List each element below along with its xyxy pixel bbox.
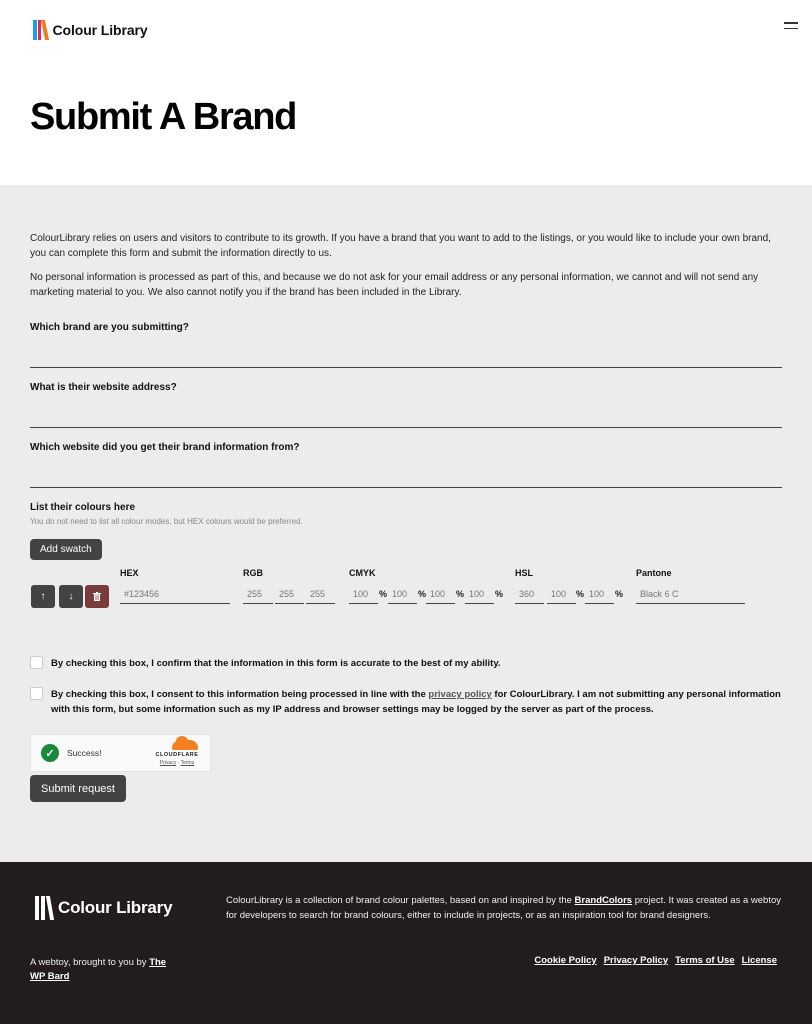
move-down-button[interactable]: ↓ <box>59 585 83 608</box>
hsl-s-input[interactable] <box>547 585 576 604</box>
accuracy-checkbox[interactable] <box>30 656 43 669</box>
website-question: What is their website address? <box>30 382 782 428</box>
privacy-consent: By checking this box, I consent to this … <box>30 687 781 717</box>
source-label: Which website did you get their brand in… <box>30 442 300 453</box>
pantone-label: Pantone <box>636 568 672 578</box>
percent-unit: % <box>615 589 624 599</box>
intro-paragraph: No personal information is processed as … <box>30 272 759 298</box>
about-text-part: ColourLibrary is a collection of brand c… <box>226 895 575 906</box>
cmyk-m-input[interactable] <box>388 585 417 604</box>
cmyk-c-input[interactable] <box>349 585 378 604</box>
hsl-l-input[interactable] <box>585 585 614 604</box>
success-check-icon: ✓ <box>41 744 59 762</box>
cookie-policy-link[interactable]: Cookie Policy <box>534 955 596 966</box>
license-link[interactable]: License <box>742 955 777 966</box>
brandcolors-link[interactable]: BrandColors <box>575 895 633 906</box>
arrow-up-icon: ↑ <box>40 591 46 602</box>
site-footer: Colour Library ColourLibrary is a collec… <box>0 862 812 1024</box>
pantone-input[interactable] <box>636 585 745 604</box>
hex-input[interactable] <box>120 585 230 604</box>
colours-heading: List their colours here <box>30 502 136 513</box>
privacy-policy-link[interactable]: privacy policy <box>428 689 491 700</box>
hex-label: HEX <box>120 568 139 578</box>
hsl-label: HSL <box>515 568 533 578</box>
site-logo[interactable]: Colour Library <box>33 20 148 40</box>
percent-unit: % <box>495 589 504 599</box>
brand-name-question: Which brand are you submitting? <box>30 322 782 368</box>
rgb-b-input[interactable] <box>306 585 335 604</box>
percent-unit: % <box>418 589 427 599</box>
cloudflare-logo: CLOUDFLARE Privacy · Terms <box>154 736 200 766</box>
percent-unit: % <box>576 589 585 599</box>
add-swatch-button[interactable]: Add swatch <box>30 539 102 560</box>
privacy-consent-text: By checking this box, I consent to this … <box>51 687 781 717</box>
captcha-terms-link[interactable]: Terms <box>181 760 195 766</box>
footer-credit: A webtoy, brought to you by The WP Bard <box>30 956 180 984</box>
intro: ColourLibrary relies on users and visito… <box>30 231 782 300</box>
cmyk-k-input[interactable] <box>465 585 494 604</box>
submit-form-section: ColourLibrary relies on users and visito… <box>0 185 812 862</box>
consent-text-part: By checking this box, I consent to this … <box>51 689 429 700</box>
hero: Submit A Brand <box>0 60 812 185</box>
cmyk-label: CMYK <box>349 568 376 578</box>
page-title: Submit A Brand <box>30 96 297 138</box>
site-header: Colour Library <box>0 0 812 60</box>
colours-section: List their colours here You do not need … <box>30 502 782 560</box>
source-question: Which website did you get their brand in… <box>30 442 782 488</box>
cloud-icon <box>172 736 198 750</box>
percent-unit: % <box>456 589 465 599</box>
footer-logo[interactable]: Colour Library <box>35 896 173 920</box>
logo-icon <box>35 896 55 920</box>
credit-text: A webtoy, brought to you by <box>30 957 150 968</box>
footer-logo-text: Colour Library <box>58 898 173 917</box>
delete-swatch-button[interactable] <box>85 585 109 608</box>
cmyk-y-input[interactable] <box>426 585 455 604</box>
hsl-h-input[interactable] <box>515 585 544 604</box>
brand-name-label: Which brand are you submitting? <box>30 322 189 333</box>
hamburger-icon[interactable] <box>784 22 798 32</box>
captcha-privacy-link[interactable]: Privacy <box>160 760 176 766</box>
website-input[interactable] <box>30 393 782 428</box>
percent-unit: % <box>379 589 388 599</box>
arrow-down-icon: ↓ <box>68 591 74 602</box>
captcha-links: Privacy · Terms <box>154 760 200 766</box>
captcha-status: Success! <box>67 748 102 758</box>
terms-of-use-link[interactable]: Terms of Use <box>675 955 734 966</box>
rgb-label: RGB <box>243 568 263 578</box>
logo-icon <box>33 20 49 40</box>
rgb-r-input[interactable] <box>243 585 273 604</box>
privacy-policy-footer-link[interactable]: Privacy Policy <box>604 955 668 966</box>
move-up-button[interactable]: ↑ <box>31 585 55 608</box>
swatch-row: ↑ ↓ HEX RGB CMYK % % % % HSL % % Pantone <box>30 564 782 614</box>
trash-icon <box>93 592 101 601</box>
intro-paragraph: ColourLibrary relies on users and visito… <box>30 233 771 259</box>
rgb-g-input[interactable] <box>275 585 304 604</box>
captcha-widget[interactable]: ✓ Success! CLOUDFLARE Privacy · Terms <box>30 734 211 772</box>
colours-hint: You do not need to list all colour modes… <box>30 517 303 526</box>
privacy-checkbox[interactable] <box>30 687 43 700</box>
footer-about: ColourLibrary is a collection of brand c… <box>226 893 786 923</box>
source-input[interactable] <box>30 453 782 488</box>
footer-links: Cookie Policy Privacy Policy Terms of Us… <box>534 955 777 966</box>
logo-text: Colour Library <box>52 22 148 38</box>
accuracy-consent-text: By checking this box, I confirm that the… <box>51 658 501 669</box>
submit-request-button[interactable]: Submit request <box>30 775 126 802</box>
cloudflare-wordmark: CLOUDFLARE <box>155 752 199 758</box>
brand-name-input[interactable] <box>30 333 782 368</box>
separator: · <box>177 760 180 766</box>
website-label: What is their website address? <box>30 382 177 393</box>
accuracy-consent: By checking this box, I confirm that the… <box>30 656 781 671</box>
